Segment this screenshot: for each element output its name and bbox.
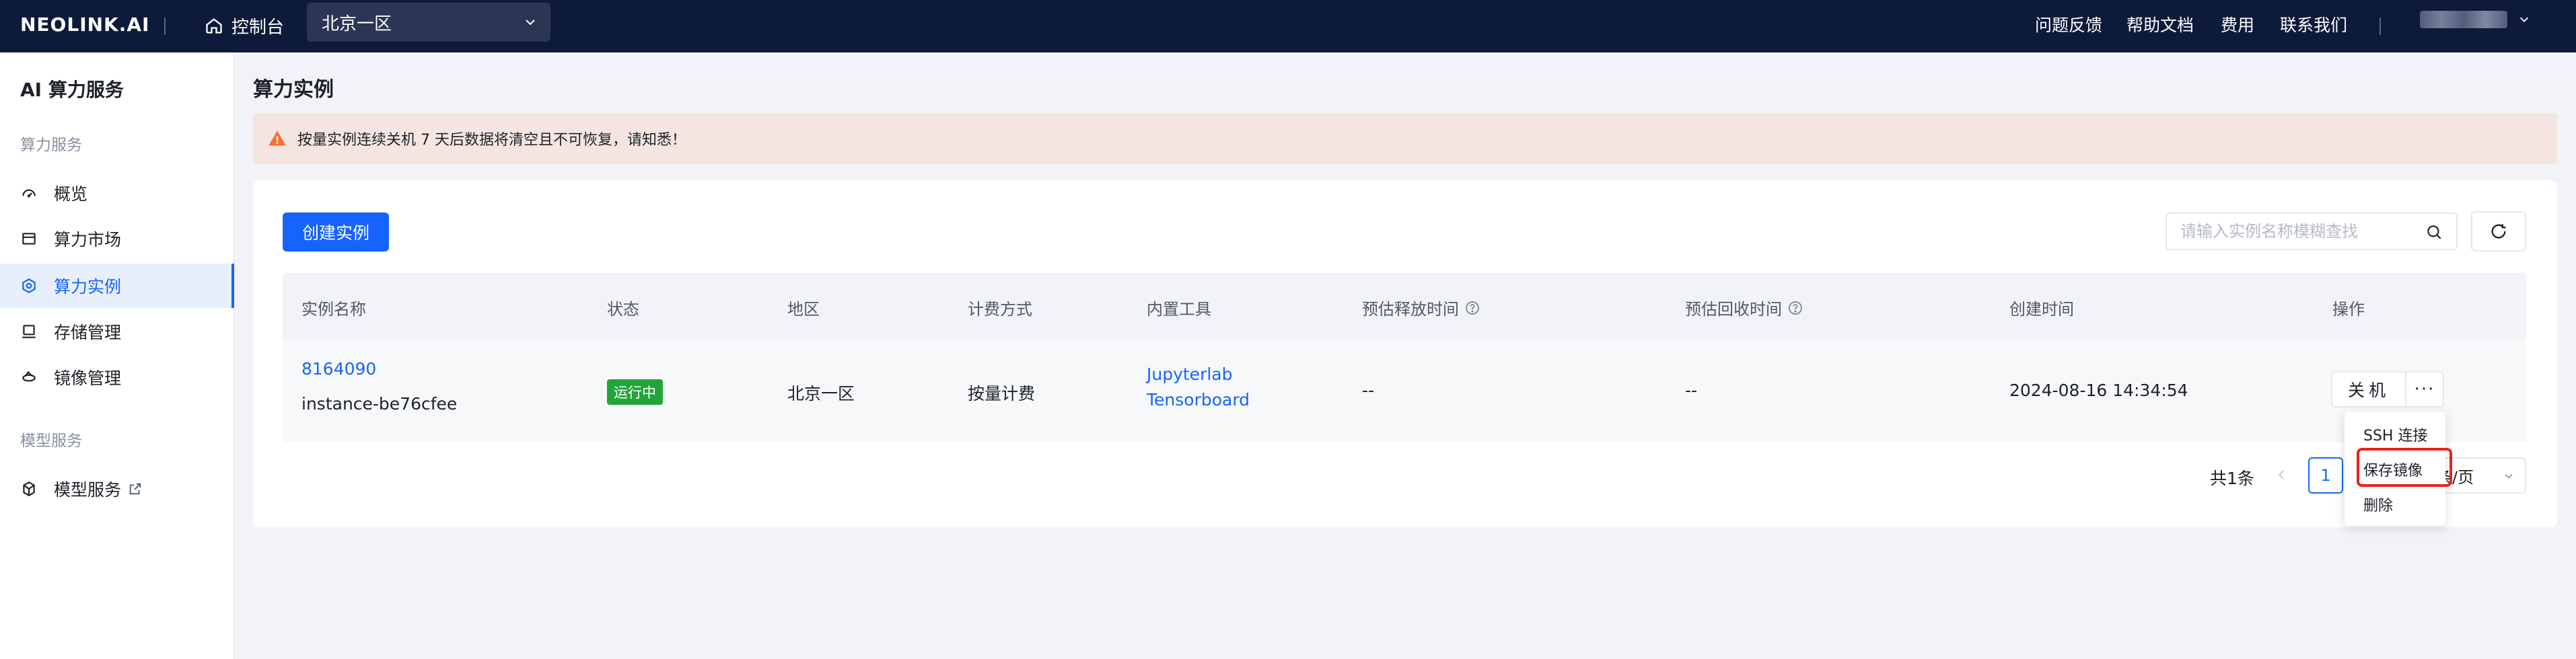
- image-icon: [22, 371, 36, 382]
- chevron-down-icon: [2519, 17, 2529, 23]
- instance-region: 北京一区: [787, 384, 855, 403]
- help-icon[interactable]: [1787, 300, 1803, 316]
- alert-text: 按量实例连续关机 7 天后数据将清空且不可恢复，请知悉！: [297, 132, 686, 149]
- column-header-reclaim-time: 预估回收时间: [1685, 296, 1803, 319]
- jupyterlab-link[interactable]: Jupyterlab: [1147, 364, 1232, 384]
- sidebar-group-model: 模型服务: [20, 432, 82, 450]
- refresh-icon: [2491, 224, 2506, 239]
- warning-alert: 按量实例连续关机 7 天后数据将清空且不可恢复，请知悉！: [253, 113, 2557, 164]
- sidebar-group-compute: 算力服务: [20, 137, 82, 154]
- search-input[interactable]: [2180, 222, 2423, 241]
- console-link[interactable]: 控制台: [205, 11, 284, 40]
- external-link-icon: [129, 483, 141, 495]
- sidebar-item-label: 算力市场: [54, 230, 122, 249]
- home-icon: [206, 18, 222, 34]
- page-1-button[interactable]: 1: [2308, 457, 2343, 494]
- reclaim-time: --: [1685, 381, 1698, 400]
- instance-name: instance-be76cfee: [301, 394, 458, 414]
- instances-card: 创建实例 实例名称 状态 地区 计费方式 内置工具 预估释放时间 预估回收时间 …: [253, 180, 2557, 527]
- column-header-tools: 内置工具: [1147, 300, 1211, 319]
- instance-billing: 按量计费: [968, 384, 1036, 403]
- sidebar-item-storage[interactable]: 存储管理: [0, 309, 234, 354]
- storage-icon: [22, 325, 36, 338]
- release-time: --: [1362, 381, 1375, 400]
- sidebar-item-label: 算力实例: [54, 277, 122, 297]
- dashboard-icon: [22, 189, 36, 198]
- page-title: 算力实例: [253, 78, 334, 102]
- sidebar-item-market[interactable]: 算力市场: [0, 217, 234, 261]
- sidebar-item-instances[interactable]: 算力实例: [0, 264, 234, 308]
- menu-item-delete[interactable]: 删除: [2363, 494, 2393, 515]
- menu-item-ssh[interactable]: SSH 连接: [2363, 424, 2427, 445]
- column-header-status: 状态: [607, 300, 639, 319]
- sidebar-item-overview[interactable]: 概览: [0, 171, 234, 215]
- tensorboard-link[interactable]: Tensorboard: [1147, 390, 1250, 410]
- column-header-release-time: 预估释放时间: [1362, 296, 1480, 319]
- sidebar-title: AI 算力服务: [20, 79, 124, 101]
- column-header-created-time: 创建时间: [2009, 300, 2074, 319]
- search-box: [2166, 212, 2458, 250]
- sidebar-item-label: 概览: [54, 184, 88, 204]
- table-row: 8164090 instance-be76cfee 运行中 北京一区 按量计费 …: [283, 339, 2526, 442]
- contact-link[interactable]: 联系我们: [2280, 12, 2347, 36]
- pagination-total: 共1条: [2210, 469, 2254, 488]
- column-header-region: 地区: [787, 300, 820, 319]
- search-icon[interactable]: [2425, 223, 2443, 241]
- logo[interactable]: NEOLINK.AI: [20, 13, 149, 36]
- highlight-box: [2357, 448, 2452, 487]
- refresh-button[interactable]: [2471, 211, 2526, 251]
- sidebar-item-label: 模型服务: [54, 480, 122, 500]
- shutdown-button[interactable]: 关机: [2331, 371, 2406, 408]
- top-nav-bar: NEOLINK.AI 控制台 北京一区 问题反馈 帮助文档 费用 联系我们: [0, 0, 2576, 52]
- sidebar-item-label: 存储管理: [54, 323, 122, 342]
- help-icon[interactable]: [1464, 300, 1480, 316]
- more-actions-button[interactable]: ···: [2406, 371, 2444, 408]
- created-time: 2024-08-16 14:34:54: [2009, 381, 2188, 400]
- chevron-down-icon: [526, 20, 535, 26]
- sidebar-item-images[interactable]: 镜像管理: [0, 355, 234, 399]
- instance-id-link[interactable]: 8164090: [301, 359, 376, 379]
- divider: [2380, 17, 2381, 35]
- table-header: 实例名称 状态 地区 计费方式 内置工具 预估释放时间 预估回收时间 创建时间 …: [283, 273, 2526, 339]
- sidebar: AI 算力服务 算力服务 概览 算力市场 算力实例 存储管理 镜像管理 模型服务…: [0, 52, 234, 659]
- user-menu[interactable]: [2420, 11, 2532, 28]
- market-icon: [22, 233, 36, 245]
- avatar: [2420, 11, 2507, 28]
- chevron-down-icon: [2505, 473, 2513, 479]
- console-label: 控制台: [231, 17, 285, 38]
- help-docs-link[interactable]: 帮助文档: [2126, 12, 2194, 36]
- divider: [164, 17, 166, 35]
- column-header-billing: 计费方式: [968, 300, 1032, 319]
- region-value: 北京一区: [322, 13, 392, 34]
- feedback-link[interactable]: 问题反馈: [2035, 12, 2102, 36]
- column-header-name: 实例名称: [301, 300, 366, 319]
- column-header-actions: 操作: [2332, 300, 2365, 319]
- region-select[interactable]: 北京一区: [307, 3, 550, 42]
- warning-icon: [269, 130, 286, 146]
- instance-icon: [22, 278, 36, 293]
- sidebar-item-model-service[interactable]: 模型服务: [0, 467, 234, 511]
- sidebar-item-label: 镜像管理: [54, 369, 122, 388]
- billing-link[interactable]: 费用: [2221, 12, 2254, 36]
- create-instance-button[interactable]: 创建实例: [283, 212, 389, 251]
- cube-icon: [23, 481, 35, 496]
- prev-page-icon[interactable]: [2273, 463, 2289, 487]
- status-badge: 运行中: [607, 379, 663, 405]
